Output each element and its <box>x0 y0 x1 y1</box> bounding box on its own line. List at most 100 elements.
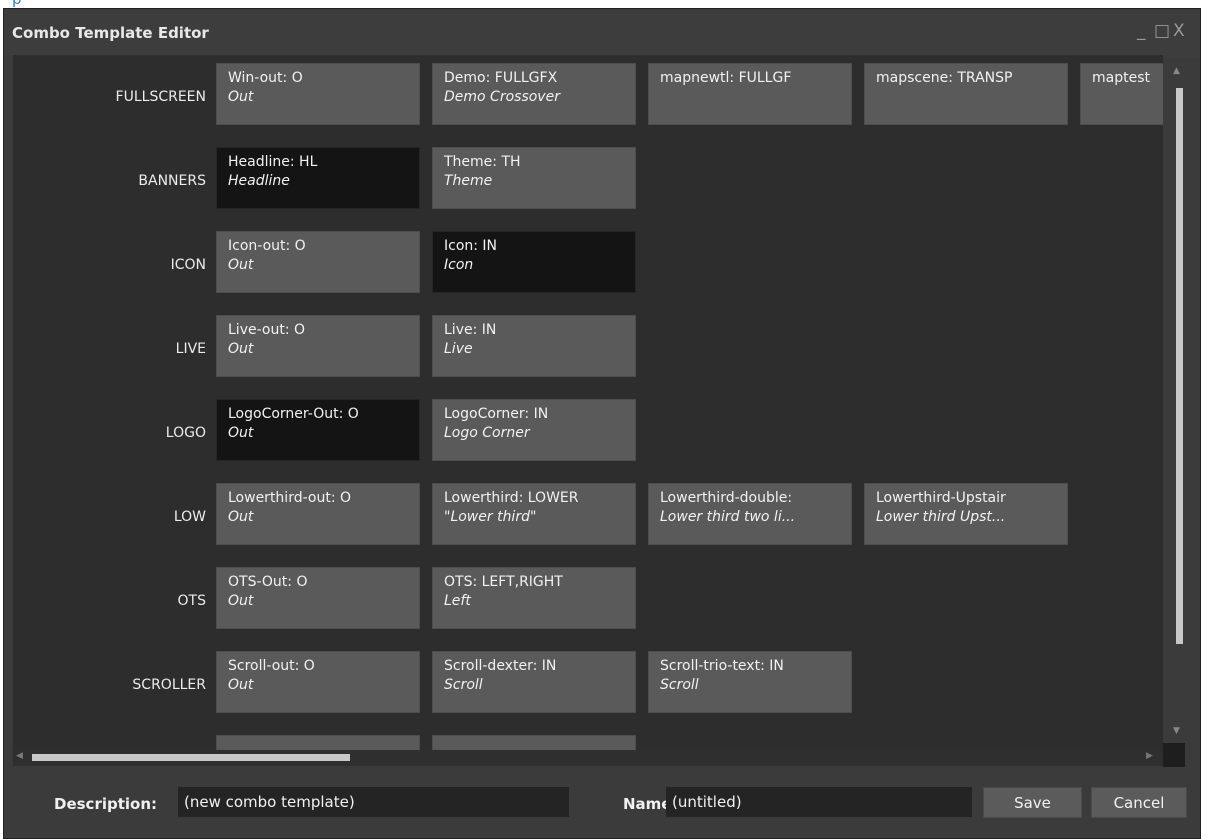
scroll-left-icon[interactable]: ◀ <box>16 751 23 761</box>
tile-template-name: OTS: LEFT,RIGHT <box>444 574 563 590</box>
scroll-down-icon[interactable]: ▼ <box>1173 726 1180 736</box>
template-row: LOGO LogoCorner-Out: O Out LogoCorner: IN Lo… <box>13 391 1163 476</box>
template-row: LOW Lowerthird-out: O Out Lowerthird: LOWER… <box>13 475 1163 560</box>
tile-template-description: Lower third two li... <box>660 509 796 525</box>
horizontal-scroll-thumb[interactable] <box>32 754 350 761</box>
row-label: OTS <box>177 593 206 609</box>
template-tile[interactable]: Scroll-dexter: IN Scroll <box>432 651 636 713</box>
maximize-icon[interactable]: □ <box>1154 21 1170 41</box>
title-bar[interactable]: Combo Template Editor _ □ X <box>4 9 1200 57</box>
scroll-up-icon[interactable]: ▲ <box>1173 66 1180 76</box>
row-label: LOGO <box>165 425 206 441</box>
template-row: LIVE Live-out: O Out Live: IN Live <box>13 307 1163 392</box>
template-tile[interactable]: Icon-out: O Out <box>216 231 420 293</box>
tile-template-description: Out <box>228 509 254 525</box>
row-label: LOW <box>173 509 206 525</box>
template-row: OTS OTS-Out: O Out OTS: LEFT,RIGHT Left <box>13 559 1163 644</box>
tile-template-description: Out <box>228 341 254 357</box>
template-tile[interactable]: Live: IN Live <box>432 315 636 377</box>
tile-template-name: Lowerthird-Upstair <box>876 490 1006 506</box>
template-row <box>13 727 1163 750</box>
tile-template-name: LogoCorner-Out: O <box>228 406 359 422</box>
tile-template-description: Out <box>228 593 254 609</box>
scrollbar-corner <box>1163 743 1185 767</box>
tile-template-description: Theme <box>444 173 493 189</box>
description-label: Description: <box>54 795 158 813</box>
tile-template-name: OTS-Out: O <box>228 574 308 590</box>
template-tile[interactable]: Theme: TH Theme <box>432 147 636 209</box>
tile-template-description: Live <box>444 341 473 357</box>
tile-template-name: Headline: HL <box>228 154 318 170</box>
tile-template-name: Icon: IN <box>444 238 498 254</box>
tile-template-name: Win-out: O <box>228 70 303 86</box>
background-window-strip: p <box>0 0 1205 8</box>
tile-template-name: Scroll-dexter: IN <box>444 658 557 674</box>
template-tile[interactable]: OTS-Out: O Out <box>216 567 420 629</box>
tile-template-name: maptest <box>1092 70 1150 86</box>
template-tile[interactable]: Win-out: O Out <box>216 63 420 125</box>
row-label: BANNERS <box>138 173 206 189</box>
tile-template-description: Headline <box>228 173 290 189</box>
name-field[interactable]: (untitled) <box>666 787 972 817</box>
scroll-right-icon[interactable]: ▶ <box>1146 751 1153 761</box>
template-tile[interactable]: Icon: IN Icon <box>432 231 636 293</box>
template-row: FULLSCREEN Win-out: O Out Demo: FULLGFX Demo… <box>13 55 1163 140</box>
tile-template-description: "Lower third" <box>444 509 537 525</box>
tile-template-name: mapnewtl: FULLGF <box>660 70 792 86</box>
tile-template-description: Lower third Upst... <box>876 509 1006 525</box>
tile-template-description: Icon <box>444 257 474 273</box>
window-title: Combo Template Editor <box>12 24 209 42</box>
minimize-icon[interactable]: _ <box>1137 21 1146 41</box>
template-tile[interactable]: maptest <box>1080 63 1163 125</box>
tile-template-description: Demo Crossover <box>444 89 560 105</box>
tile-template-name: Scroll-trio-text: IN <box>660 658 784 674</box>
save-button[interactable]: Save <box>983 787 1082 818</box>
template-grid: FULLSCREEN Win-out: O Out Demo: FULLGFX Demo… <box>13 55 1163 750</box>
tile-template-description: Out <box>228 677 254 693</box>
template-tile[interactable]: Live-out: O Out <box>216 315 420 377</box>
template-tile[interactable]: Lowerthird-out: O Out <box>216 483 420 545</box>
template-tile[interactable]: Lowerthird-double: Lower third two li... <box>648 483 852 545</box>
description-field[interactable]: (new combo template) <box>178 787 569 817</box>
template-tile[interactable]: mapscene: TRANSP <box>864 63 1068 125</box>
cancel-button[interactable]: Cancel <box>1091 787 1187 818</box>
template-row: ICON Icon-out: O Out Icon: IN Icon <box>13 223 1163 308</box>
tile-template-description: Scroll <box>660 677 699 693</box>
row-label: SCROLLER <box>132 677 206 693</box>
tile-template-name: Lowerthird-out: O <box>228 490 352 506</box>
template-tile[interactable] <box>432 735 636 750</box>
horizontal-scrollbar[interactable]: ◀ ▶ <box>13 750 1163 766</box>
tile-template-name: Live: IN <box>444 322 497 338</box>
row-label: ICON <box>170 257 206 273</box>
template-tile[interactable]: Lowerthird-Upstair Lower third Upst... <box>864 483 1068 545</box>
template-tile[interactable]: mapnewtl: FULLGF <box>648 63 852 125</box>
tile-template-name: Lowerthird-double: <box>660 490 793 506</box>
template-tile[interactable]: Lowerthird: LOWER "Lower third" <box>432 483 636 545</box>
template-tile[interactable]: Scroll-trio-text: IN Scroll <box>648 651 852 713</box>
tile-template-name: Lowerthird: LOWER <box>444 490 579 506</box>
template-tile[interactable]: Demo: FULLGFX Demo Crossover <box>432 63 636 125</box>
vertical-scroll-thumb[interactable] <box>1176 88 1183 644</box>
template-tile[interactable]: Scroll-out: O Out <box>216 651 420 713</box>
tile-template-name: Demo: FULLGFX <box>444 70 558 86</box>
template-tile[interactable]: Headline: HL Headline <box>216 147 420 209</box>
template-tile[interactable]: LogoCorner: IN Logo Corner <box>432 399 636 461</box>
tile-template-description: Out <box>228 89 254 105</box>
tile-template-description: Scroll <box>444 677 483 693</box>
close-icon[interactable]: X <box>1173 21 1185 41</box>
tile-template-name: Scroll-out: O <box>228 658 315 674</box>
row-label: FULLSCREEN <box>115 89 206 105</box>
tile-template-name: mapscene: TRANSP <box>876 70 1013 86</box>
tile-template-description: Logo Corner <box>444 425 530 441</box>
tile-template-name: Icon-out: O <box>228 238 306 254</box>
vertical-scrollbar[interactable]: ▲ ▼ <box>1171 62 1186 752</box>
tile-template-name: LogoCorner: IN <box>444 406 549 422</box>
template-tile[interactable]: LogoCorner-Out: O Out <box>216 399 420 461</box>
template-row: BANNERS Headline: HL Headline Theme: TH Them… <box>13 139 1163 224</box>
tile-template-description: Out <box>228 257 254 273</box>
template-tile[interactable]: OTS: LEFT,RIGHT Left <box>432 567 636 629</box>
tile-template-description: Out <box>228 425 254 441</box>
template-row: SCROLLER Scroll-out: O Out Scroll-dexter: I… <box>13 643 1163 728</box>
tile-template-name: Theme: TH <box>444 154 521 170</box>
template-tile[interactable] <box>216 735 420 750</box>
